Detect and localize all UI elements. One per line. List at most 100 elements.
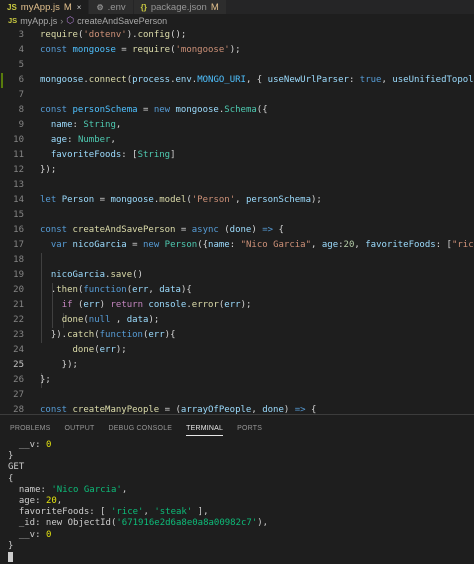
line-number: 12 bbox=[13, 165, 24, 175]
code-line[interactable]: 23 }).catch(function(err){ bbox=[0, 328, 474, 343]
line-number: 6 bbox=[18, 75, 24, 85]
function-symbol-icon: ⬡ bbox=[66, 15, 75, 25]
json-file-icon: {} bbox=[140, 2, 147, 12]
line-number: 25 bbox=[13, 360, 24, 370]
terminal-line: GET bbox=[8, 462, 25, 473]
line-number: 13 bbox=[13, 180, 24, 190]
panel-tab-problems[interactable]: PROBLEMS bbox=[10, 425, 51, 432]
line-number: 17 bbox=[13, 240, 24, 250]
code-text: const mongoose = require('mongoose'); bbox=[40, 45, 241, 55]
terminal-line: __v: 0 bbox=[8, 440, 52, 450]
gear-icon: ⚙ bbox=[96, 2, 104, 12]
code-line[interactable]: 5 bbox=[0, 58, 474, 73]
breadcrumb-symbol[interactable]: createAndSavePerson bbox=[77, 16, 167, 26]
code-line[interactable]: 17 var nicoGarcia = new Person({name: "N… bbox=[0, 238, 474, 253]
line-number: 9 bbox=[18, 120, 24, 130]
close-icon[interactable]: × bbox=[77, 3, 82, 12]
code-text: const createAndSavePerson = async (done)… bbox=[40, 225, 284, 235]
code-text: }); bbox=[40, 360, 78, 370]
code-text: favoriteFoods: [String] bbox=[50, 150, 176, 160]
panel-tab-ports[interactable]: PORTS bbox=[237, 425, 262, 432]
editor-tab[interactable]: JS myApp.js M × bbox=[0, 0, 90, 14]
code-line[interactable]: 26}; bbox=[0, 373, 474, 388]
code-line[interactable]: 18 bbox=[0, 253, 474, 268]
panel-tabs: PROBLEMS OUTPUT DEBUG CONSOLE TERMINAL PORTS bbox=[0, 420, 474, 436]
code-line[interactable]: 24 done(err); bbox=[0, 343, 474, 358]
code-text: const createManyPeople = (arrayOfPeople,… bbox=[40, 405, 317, 414]
line-number: 14 bbox=[13, 195, 24, 205]
line-number: 7 bbox=[18, 90, 24, 100]
code-text: }).catch(function(err){ bbox=[40, 330, 176, 340]
editor-tab-bar: JS myApp.js M × ⚙ .env{} package.json M bbox=[0, 0, 474, 14]
terminal-line: { bbox=[8, 473, 14, 484]
js-file-icon: JS bbox=[7, 2, 17, 12]
line-number: 10 bbox=[13, 135, 24, 145]
git-change-marker bbox=[1, 73, 3, 88]
code-line[interactable]: 7 bbox=[0, 88, 474, 103]
code-text: name: String, bbox=[50, 120, 122, 130]
tab-label: myApp.js bbox=[20, 1, 60, 13]
terminal-line: name: 'Nico Garcia', bbox=[8, 484, 128, 495]
code-text: var nicoGarcia = new Person({name: "Nico… bbox=[50, 240, 474, 250]
code-text: const personSchema = new mongoose.Schema… bbox=[40, 105, 268, 115]
line-number: 16 bbox=[13, 225, 24, 235]
terminal-line: _id: new ObjectId('671916e2d6a8e0a8a0098… bbox=[8, 518, 269, 529]
code-line[interactable]: 21 if (err) return console.error(err); bbox=[0, 298, 474, 313]
code-line[interactable]: 6 mongoose.connect(process.env.MONGO_URI,… bbox=[0, 73, 474, 88]
line-number: 26 bbox=[13, 375, 24, 385]
line-number: 27 bbox=[13, 390, 24, 400]
terminal-line: } bbox=[8, 540, 14, 551]
tab-label: .env bbox=[107, 1, 126, 13]
code-line[interactable]: 3 require('dotenv').config(); bbox=[0, 28, 474, 43]
line-number: 28 bbox=[13, 405, 24, 414]
code-line[interactable]: 19 nicoGarcia.save() bbox=[0, 268, 474, 283]
line-number: 23 bbox=[13, 330, 24, 340]
line-number: 21 bbox=[13, 300, 24, 310]
code-line[interactable]: 11 favoriteFoods: [String] bbox=[0, 148, 474, 163]
code-line[interactable]: 9 name: String, bbox=[0, 118, 474, 133]
line-number: 19 bbox=[13, 270, 24, 280]
code-text: .then(function(err, data){ bbox=[40, 285, 192, 295]
terminal-line: age: 20, bbox=[8, 495, 63, 506]
code-text: age: Number, bbox=[50, 135, 116, 145]
code-text: require('dotenv').config(); bbox=[40, 30, 187, 40]
code-line[interactable]: 8 const personSchema = new mongoose.Schem… bbox=[0, 103, 474, 118]
code-line[interactable]: 27 bbox=[0, 388, 474, 403]
terminal-line: __v: 0 bbox=[8, 529, 52, 540]
code-line[interactable]: 10 age: Number, bbox=[0, 133, 474, 148]
code-text: nicoGarcia.save() bbox=[50, 270, 143, 280]
code-line[interactable]: 25 }); bbox=[0, 358, 474, 373]
code-line[interactable]: 13 bbox=[0, 178, 474, 193]
code-line[interactable]: 20 .then(function(err, data){ bbox=[0, 283, 474, 298]
code-editor[interactable]: 3 require('dotenv').config(); 4 const mongo… bbox=[0, 28, 474, 414]
line-number: 5 bbox=[18, 60, 24, 70]
code-line[interactable]: 12}); bbox=[0, 163, 474, 178]
line-number: 8 bbox=[18, 105, 24, 115]
editor-tab[interactable]: ⚙ .env bbox=[89, 0, 134, 14]
code-line[interactable]: 22 done(null , data); bbox=[0, 313, 474, 328]
breadcrumb: JS myApp.js › ⬡ createAndSavePerson bbox=[0, 14, 474, 27]
code-line[interactable]: 28 const createManyPeople = (arrayOfPeopl… bbox=[0, 403, 474, 414]
terminal-line: } bbox=[8, 451, 14, 462]
terminal-prompt[interactable] bbox=[8, 551, 474, 563]
breadcrumb-file[interactable]: myApp.js bbox=[20, 16, 57, 26]
line-number: 18 bbox=[13, 255, 24, 265]
terminal-cursor bbox=[8, 551, 13, 562]
code-line[interactable]: 16 const createAndSavePerson = async (don… bbox=[0, 223, 474, 238]
code-text: done(null , data); bbox=[61, 315, 160, 325]
chevron-right-icon: › bbox=[60, 15, 64, 26]
line-number: 11 bbox=[13, 150, 24, 160]
panel-tab-terminal[interactable]: TERMINAL bbox=[186, 425, 224, 436]
panel-tab-output[interactable]: OUTPUT bbox=[65, 425, 95, 432]
terminal-output[interactable]: __v: 0} GET{ name: 'Nico Garcia', age: 20… bbox=[8, 440, 474, 563]
code-line[interactable]: 15 bbox=[0, 208, 474, 223]
line-number: 3 bbox=[18, 30, 24, 40]
code-text: done(err); bbox=[72, 345, 127, 355]
code-line[interactable]: 4 const mongoose = require('mongoose'); bbox=[0, 43, 474, 58]
line-number: 15 bbox=[13, 210, 24, 220]
code-text: }; bbox=[40, 375, 51, 385]
line-number: 24 bbox=[13, 345, 24, 355]
panel-tab-debug-console[interactable]: DEBUG CONSOLE bbox=[108, 425, 172, 432]
editor-tab[interactable]: {} package.json M bbox=[133, 0, 227, 14]
code-line[interactable]: 14 let Person = mongoose.model('Person', … bbox=[0, 193, 474, 208]
